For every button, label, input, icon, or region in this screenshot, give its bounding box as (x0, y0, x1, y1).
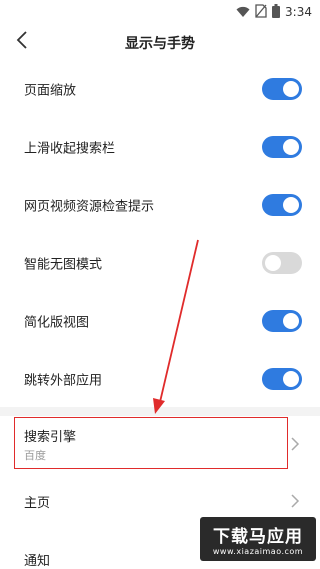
setting-label: 跳转外部应用 (24, 373, 103, 389)
chevron-right-icon (290, 436, 300, 451)
watermark-logo: 下载马应用 www.xiazaimao.com (200, 517, 316, 561)
toggle-knob (283, 139, 299, 155)
setting-label: 简化版视图 (24, 315, 90, 331)
battery-icon (272, 3, 281, 22)
toggle-knob (283, 197, 299, 213)
section-divider (0, 407, 320, 416)
wifi-icon (236, 3, 250, 22)
title-bar: 显示与手势 (0, 24, 320, 60)
setting-row-hide-search-bar: 上滑收起搜索栏 (0, 118, 320, 176)
toggle-knob (283, 371, 299, 387)
setting-row-no-image-mode: 智能无图模式 (0, 234, 320, 292)
chevron-right-icon (290, 493, 300, 508)
settings-toggle-list: 页面缩放 上滑收起搜索栏 网页视频资源检查提示 智能无图模式 简化版视图 跳转外… (0, 60, 320, 408)
status-time: 3:34 (285, 5, 312, 19)
setting-row-simplified-view: 简化版视图 (0, 292, 320, 350)
no-image-mode-toggle[interactable] (262, 252, 302, 274)
status-icons: 3:34 (236, 3, 312, 22)
external-app-toggle[interactable] (262, 368, 302, 390)
hide-search-bar-toggle[interactable] (262, 136, 302, 158)
setting-label: 网页视频资源检查提示 (24, 199, 155, 215)
status-bar: 3:34 (0, 0, 320, 24)
setting-label: 智能无图模式 (24, 257, 103, 273)
toggle-knob (283, 81, 299, 97)
watermark-url: www.xiazaimao.com (212, 547, 304, 556)
setting-label: 上滑收起搜索栏 (24, 141, 116, 157)
video-check-toggle[interactable] (262, 194, 302, 216)
setting-label: 页面缩放 (24, 83, 77, 99)
highlight-box (14, 417, 288, 469)
homepage-label: 主页 (24, 496, 51, 511)
setting-row-page-zoom: 页面缩放 (0, 60, 320, 118)
watermark-title: 下载马应用 (213, 527, 303, 547)
page-zoom-toggle[interactable] (262, 78, 302, 100)
notifications-label: 通知 (24, 554, 51, 569)
setting-row-video-check: 网页视频资源检查提示 (0, 176, 320, 234)
toggle-knob (265, 255, 281, 271)
page-title: 显示与手势 (125, 36, 195, 52)
setting-row-external-app: 跳转外部应用 (0, 350, 320, 408)
no-sim-icon (255, 3, 267, 22)
toggle-knob (283, 313, 299, 329)
simplified-view-toggle[interactable] (262, 310, 302, 332)
